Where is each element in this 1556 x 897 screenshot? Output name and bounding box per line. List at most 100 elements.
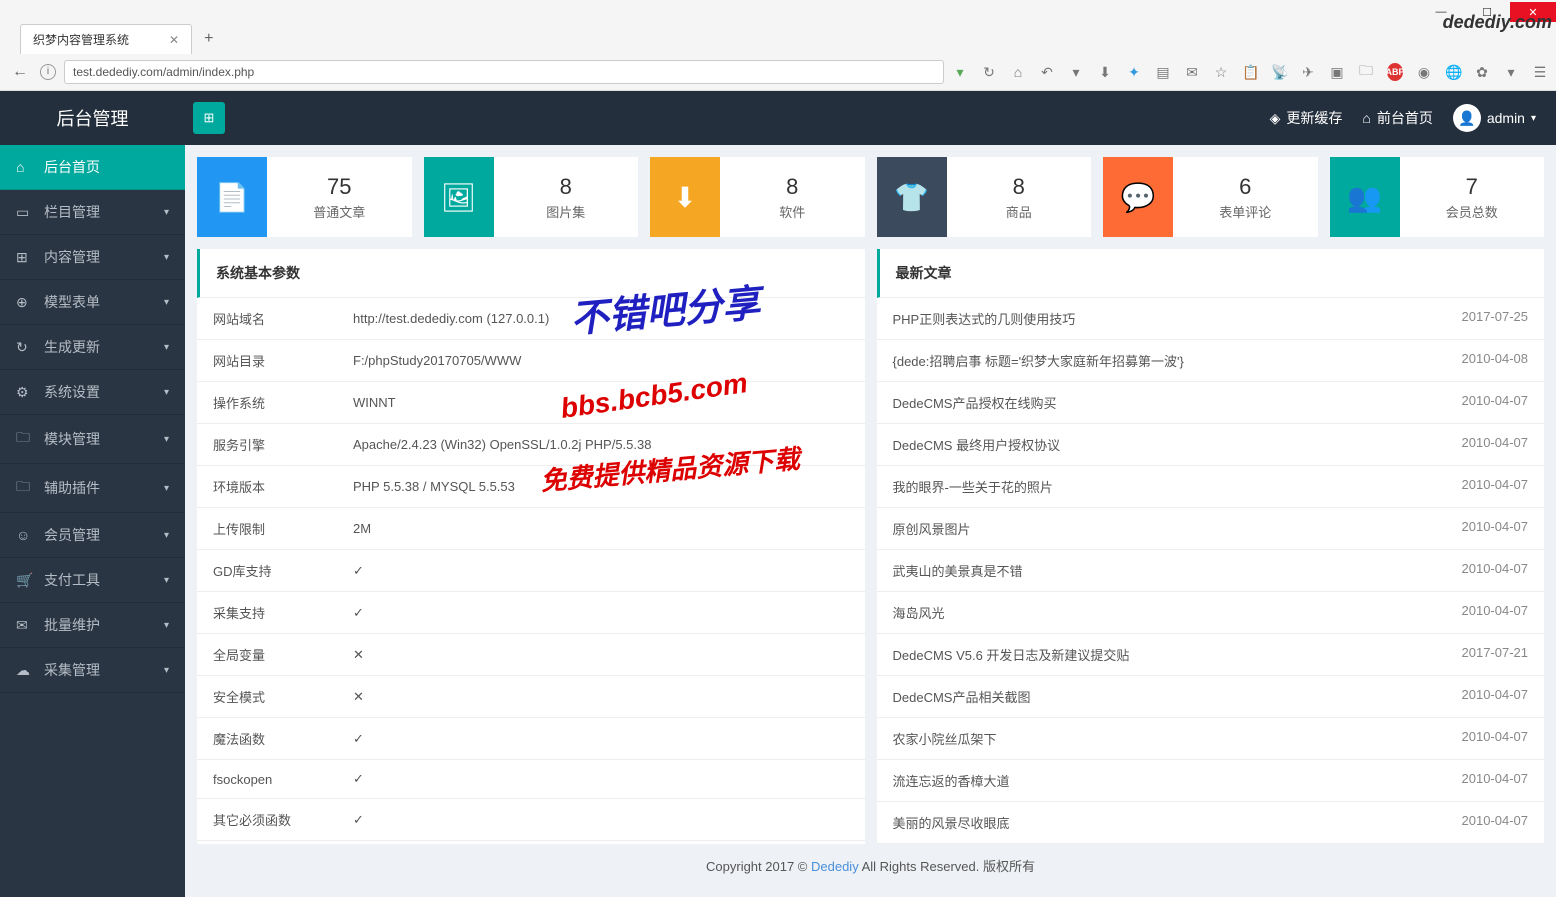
stat-card-5[interactable]: 👥7会员总数 <box>1330 157 1545 237</box>
article-row[interactable]: 我的眼界-一些关于花的照片2010-04-07 <box>877 466 1545 508</box>
sidebar-item-8[interactable]: ☺会员管理▾ <box>0 513 185 558</box>
sys-value: F:/phpStudy20170705/WWW <box>337 340 865 382</box>
sys-row: 上传限制2M <box>197 508 865 550</box>
sys-value: ✓ <box>337 718 865 760</box>
article-title: 流连忘返的香樟大道 <box>893 771 1010 790</box>
star-icon[interactable]: ☆ <box>1213 64 1229 81</box>
shield-icon[interactable]: ▾ <box>952 64 968 81</box>
article-row[interactable]: DedeCMS V5.6 开发日志及新建议提交贴2017-07-21 <box>877 634 1545 676</box>
mail-icon[interactable]: ✉ <box>1184 64 1200 81</box>
sidebar-item-3[interactable]: ⊕模型表单▾ <box>0 280 185 325</box>
new-tab-button[interactable]: + <box>204 30 213 48</box>
sidebar-item-7[interactable]: 🗀辅助插件▾ <box>0 464 185 513</box>
article-row[interactable]: {dede:招聘启事 标题='织梦大家庭新年招募第一波'}2010-04-08 <box>877 340 1545 382</box>
article-title: DedeCMS产品授权在线购买 <box>893 393 1057 412</box>
ext-icon-1[interactable]: ◉ <box>1416 64 1432 81</box>
browser-tab[interactable]: 织梦内容管理系统 ✕ <box>20 24 192 54</box>
menu-icon[interactable]: ☰ <box>1532 64 1548 81</box>
stat-card-2[interactable]: ⬇8软件 <box>650 157 865 237</box>
sidebar-item-4[interactable]: ↻生成更新▾ <box>0 325 185 370</box>
sys-value: ✕ <box>337 634 865 676</box>
note-icon[interactable]: ▤ <box>1155 64 1171 81</box>
article-row[interactable]: 原创风景图片2010-04-07 <box>877 508 1545 550</box>
stat-icon: 🖼 <box>424 157 494 237</box>
user-menu[interactable]: 👤 admin ▾ <box>1453 104 1536 132</box>
stat-card-0[interactable]: 📄75普通文章 <box>197 157 412 237</box>
chevron-down-icon: ▾ <box>164 483 169 494</box>
article-date: 2010-04-07 <box>1462 477 1529 496</box>
article-date: 2017-07-21 <box>1462 645 1529 664</box>
sidebar-item-5[interactable]: ⚙系统设置▾ <box>0 370 185 415</box>
sidebar-icon: ⌂ <box>16 159 36 175</box>
dropdown-icon[interactable]: ▾ <box>1068 64 1084 81</box>
chevron-down-icon: ▾ <box>164 434 169 445</box>
stat-card-4[interactable]: 💬6表单评论 <box>1103 157 1318 237</box>
back-button[interactable]: ← <box>8 63 32 81</box>
site-logo: dedediy.com <box>1443 12 1552 33</box>
send-icon[interactable]: ✈ <box>1300 64 1316 81</box>
reload-icon[interactable]: ↻ <box>981 64 997 81</box>
frontend-link[interactable]: ⌂ 前台首页 <box>1362 108 1432 128</box>
sys-value: ✕ <box>337 676 865 718</box>
sidebar-icon: ⊞ <box>16 249 36 266</box>
sidebar-label: 模块管理 <box>44 429 100 449</box>
sidebar-item-10[interactable]: ✉批量维护▾ <box>0 603 185 648</box>
sys-row: 网站域名http://test.dedediy.com (127.0.0.1) <box>197 298 865 340</box>
article-title: 海岛风光 <box>893 603 945 622</box>
tab-close-icon[interactable]: ✕ <box>169 33 179 47</box>
system-panel: 系统基本参数 网站域名http://test.dedediy.com (127.… <box>197 249 865 844</box>
home-icon: ⌂ <box>1362 110 1370 126</box>
article-row[interactable]: DedeCMS 最终用户授权协议2010-04-07 <box>877 424 1545 466</box>
stat-icon: 📄 <box>197 157 267 237</box>
sidebar-item-2[interactable]: ⊞内容管理▾ <box>0 235 185 280</box>
article-row[interactable]: 流连忘返的香樟大道2010-04-07 <box>877 760 1545 802</box>
article-row[interactable]: DedeCMS产品授权在线购买2010-04-07 <box>877 382 1545 424</box>
sys-row: 网站目录F:/phpStudy20170705/WWW <box>197 340 865 382</box>
download-icon[interactable]: ⬇ <box>1097 64 1113 81</box>
articles-panel: 最新文章 PHP正则表达式的几则使用技巧2017-07-25{dede:招聘启事… <box>877 249 1545 844</box>
panel-icon[interactable]: ▣ <box>1329 64 1345 81</box>
rss-icon[interactable]: 📡 <box>1271 64 1287 81</box>
sys-value: ✓ <box>337 550 865 592</box>
sidebar-label: 辅助插件 <box>44 478 100 498</box>
sidebar-item-6[interactable]: 🗀模块管理▾ <box>0 415 185 464</box>
footer-link[interactable]: Dedediy <box>811 859 859 874</box>
sidebar-toggle[interactable]: ⊞ <box>193 102 225 134</box>
article-row[interactable]: DedeCMS产品相关截图2010-04-07 <box>877 676 1545 718</box>
sys-row: 服务引擎Apache/2.4.23 (Win32) OpenSSL/1.0.2j… <box>197 424 865 466</box>
stat-label: 普通文章 <box>267 202 412 221</box>
article-date: 2010-04-07 <box>1462 603 1529 622</box>
stat-icon: 👥 <box>1330 157 1400 237</box>
refresh-cache-link[interactable]: ◈ 更新缓存 <box>1270 108 1343 128</box>
home-icon[interactable]: ⌂ <box>1010 64 1026 80</box>
sys-key: 环境版本 <box>197 466 337 508</box>
bird-icon[interactable]: ✦ <box>1126 64 1142 81</box>
folder-icon[interactable]: 🗀 <box>1358 60 1374 84</box>
sidebar-item-0[interactable]: ⌂后台首页 <box>0 145 185 190</box>
sys-row: fsockopen✓ <box>197 760 865 799</box>
ext-icon-2[interactable]: 🌐 <box>1445 64 1461 81</box>
stat-card-1[interactable]: 🖼8图片集 <box>424 157 639 237</box>
stat-card-3[interactable]: 👕8商品 <box>877 157 1092 237</box>
article-row[interactable]: 农家小院丝瓜架下2010-04-07 <box>877 718 1545 760</box>
sidebar-item-11[interactable]: ☁采集管理▾ <box>0 648 185 693</box>
sidebar-item-1[interactable]: ▭栏目管理▾ <box>0 190 185 235</box>
sys-row: 全局变量✕ <box>197 634 865 676</box>
article-row[interactable]: 美丽的风景尽收眼底2010-04-07 <box>877 802 1545 844</box>
sys-key: GD库支持 <box>197 550 337 592</box>
info-icon[interactable]: i <box>40 64 56 80</box>
sidebar-label: 支付工具 <box>44 570 100 590</box>
ext-dropdown[interactable]: ▾ <box>1503 64 1519 81</box>
abp-icon[interactable]: ABP <box>1387 63 1403 81</box>
undo-icon[interactable]: ↶ <box>1039 64 1055 81</box>
sidebar-label: 内容管理 <box>44 247 100 267</box>
article-row[interactable]: 海岛风光 2010-04-07 <box>877 592 1545 634</box>
stat-label: 会员总数 <box>1400 202 1545 221</box>
url-input[interactable]: test.dedediy.com/admin/index.php <box>64 60 944 84</box>
clipboard-icon[interactable]: 📋 <box>1242 64 1258 81</box>
sys-key: 服务引擎 <box>197 424 337 466</box>
article-row[interactable]: PHP正则表达式的几则使用技巧2017-07-25 <box>877 298 1545 340</box>
article-row[interactable]: 武夷山的美景真是不错2010-04-07 <box>877 550 1545 592</box>
sidebar-item-9[interactable]: 🛒支付工具▾ <box>0 558 185 603</box>
ext-icon-3[interactable]: ✿ <box>1474 64 1490 81</box>
